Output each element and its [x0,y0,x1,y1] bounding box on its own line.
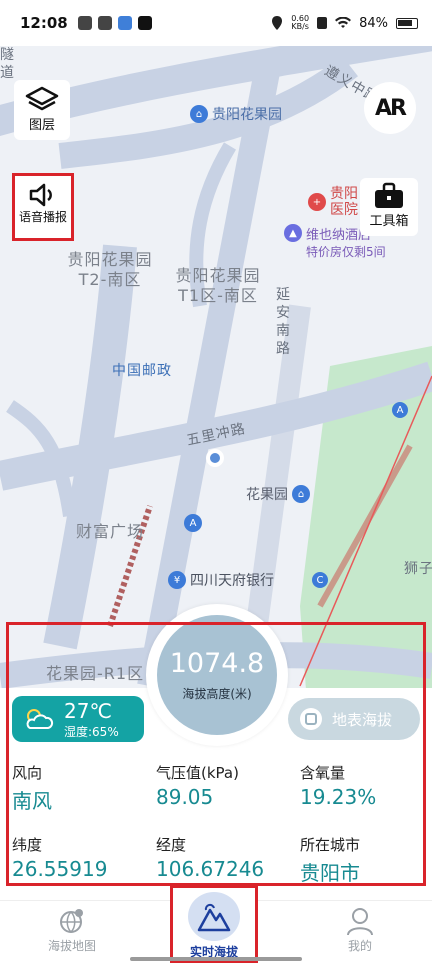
terrain-glyph [305,713,317,725]
layers-button[interactable]: 图层 [14,80,70,140]
poi-hgy[interactable]: 花果园 ⌂ [246,484,310,504]
tab-label: 海拔地图 [47,939,96,953]
reading-wind-direction: 风向 南风 [12,762,52,814]
bottom-tab-bar: 海拔地图 实时海拔 我的 [0,885,432,964]
hotel-icon: ▲ [284,224,302,242]
metro-c-icon: C [312,572,328,588]
map-label-t2-south: 贵阳花果园 T2-南区 [67,250,153,289]
partly-cloudy-icon [26,709,54,729]
poi-metro-c[interactable]: C [312,572,328,588]
reading-label: 所在城市 [300,836,361,854]
reading-value: 贵阳市 [300,861,360,885]
map-label-t1-south: 贵阳花果园 T1区-南区 [175,266,261,305]
bank-icon: ¥ [168,571,186,589]
status-time: 12:08 [20,14,68,32]
reading-label: 含氧量 [300,764,346,782]
weather-humidity: 湿度:65% [64,724,119,739]
reading-value: 106.67246 [156,857,265,881]
altitude-gauge: 1074.8 海拔高度(米) [157,615,277,735]
map-label-post: 中国邮政 [112,363,172,379]
app-notification-icon [77,16,92,30]
poi-bank[interactable]: ¥ 四川天府银行 [168,570,274,590]
reading-label: 经度 [156,836,187,854]
voice-broadcast-button[interactable]: 语音播报 [12,173,74,241]
poi-park-label: 贵阳花果园 [212,107,282,123]
person-icon [345,905,375,937]
map-label-r1: 花果园-R1区 [46,664,145,683]
toolbox-label: 工具箱 [369,214,409,229]
toolbox-icon [375,182,403,208]
reading-latitude: 纬度 26.55919 [12,834,107,881]
reading-longitude: 经度 106.67246 [156,834,264,881]
reading-oxygen: 含氧量 19.23% [300,762,376,809]
reading-value: 19.23% [300,785,377,809]
tiktok-icon [137,16,152,30]
poi-metro-a[interactable]: A [392,402,408,418]
layers-label: 图层 [28,118,55,133]
battery-percent: 84% [359,15,388,31]
poi-hgy-label: 花果园 [246,487,288,503]
park-icon: ⌂ [190,105,208,123]
reading-label: 纬度 [12,836,43,854]
poi-bank-label: 四川天府银行 [190,573,274,589]
tab-altitude-map[interactable]: 海拔地图 [22,905,122,954]
terrain-altitude-button[interactable]: 地表海拔 [288,698,420,740]
poi-atm[interactable]: A [184,514,202,532]
mail-icon [97,16,112,30]
atm-icon: A [184,514,202,532]
location-icon [272,16,283,30]
home-indicator[interactable] [130,957,302,961]
landmark-icon: ⌂ [292,485,310,503]
wifi-icon [335,17,352,28]
poi-park[interactable]: ⌂ 贵阳花果园 [190,104,282,124]
reading-value: 南风 [12,789,52,813]
map-label-shizi: 狮子 [404,561,432,577]
speaker-icon [29,183,52,207]
weather-texts: 27℃ 湿度:65% [64,699,119,740]
terrain-label: 地表海拔 [332,710,393,729]
net-speed-unit: KB/s [291,22,309,31]
reading-pressure: 气压值(kPa) 89.05 [156,762,239,809]
sim-icon [317,17,328,29]
network-speed: 0.60 KB/s [291,15,309,31]
tab-profile[interactable]: 我的 [310,905,410,954]
battery-icon [396,17,418,29]
layers-icon [25,86,59,111]
ar-button[interactable]: AR [364,82,416,134]
voice-label: 语音播报 [18,210,67,224]
terrain-icon [300,708,322,730]
app-blue-icon [117,16,132,30]
weather-card: 27℃ 湿度:65% [12,696,144,742]
poi-hotel-promo: 特价房仅剩5间 [306,245,386,259]
reading-city: 所在城市 贵阳市 [300,834,360,886]
tab-label: 我的 [347,939,372,953]
map-label-yanan-road: 延安南路 [276,287,291,357]
reading-label: 风向 [12,764,43,782]
globe-pin-icon [57,905,87,937]
status-app-icons [77,16,152,30]
ar-label: AR [375,95,407,121]
metro-a-icon: A [392,402,408,418]
map-label-wealth-plaza: 财富广场 [76,522,145,541]
reading-label: 气压值(kPa) [156,764,239,782]
reading-value: 26.55919 [12,857,108,881]
altitude-value: 1074.8 [169,648,265,679]
mountain-icon [188,892,240,941]
status-right: 0.60 KB/s 84% [271,15,418,31]
weather-temperature: 27℃ [64,698,112,723]
map-label-tunnel: 隧道 [0,47,15,81]
toolbox-button[interactable]: 工具箱 [360,178,418,236]
status-bar: 12:08 0.60 KB/s 84% [0,0,432,46]
reading-value: 89.05 [156,785,214,809]
tab-realtime-altitude[interactable]: 实时海拔 [170,885,258,963]
altitude-label: 海拔高度(米) [182,687,252,701]
hospital-icon: + [308,193,326,211]
